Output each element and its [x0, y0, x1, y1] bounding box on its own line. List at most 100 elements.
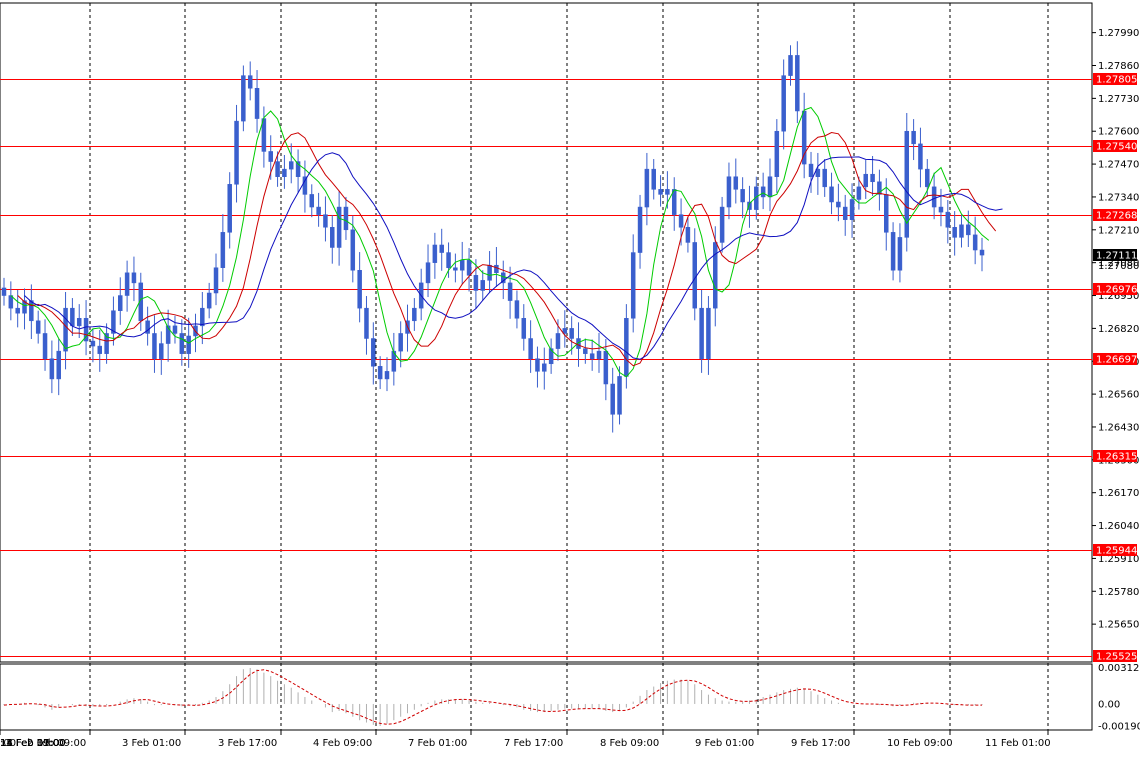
price-axis-label: 1.27470	[1098, 160, 1139, 171]
time-axis-label: 8 Feb 09:00	[600, 738, 659, 749]
candle-body	[234, 120, 239, 185]
price-axis-label: 1.27990	[1098, 28, 1139, 39]
candle-body	[665, 189, 670, 195]
candle-body	[118, 295, 123, 311]
candle-body	[213, 267, 219, 294]
candle-body	[911, 130, 916, 145]
candle-body	[972, 234, 978, 251]
candle-body	[767, 176, 773, 198]
candle-body	[29, 300, 34, 322]
candle-body	[952, 227, 957, 238]
candle-body	[200, 307, 205, 327]
candle-body	[439, 244, 444, 253]
candle-body	[713, 242, 718, 309]
candle-body	[459, 259, 465, 271]
candle-body	[131, 272, 137, 284]
oscillator-axis-label: 0.00	[1098, 699, 1120, 710]
candle-body	[685, 227, 691, 243]
price-axis-label: 1.27600	[1098, 127, 1139, 138]
candle-body	[596, 350, 602, 359]
candle-body	[842, 206, 848, 220]
time-axis-label: 3 Feb 17:00	[218, 738, 277, 749]
candle-body	[884, 194, 889, 233]
candle-body	[918, 143, 923, 170]
candle-body	[692, 242, 698, 309]
candle-body	[15, 307, 20, 314]
candle-body	[829, 186, 834, 203]
candle-body	[617, 376, 622, 415]
candle-body	[494, 264, 499, 274]
main-plot-frame	[0, 2, 1093, 663]
level-label-text: 1.26697	[1096, 355, 1137, 366]
candle-body	[63, 307, 68, 352]
level-label-text: 1.25944	[1096, 546, 1137, 557]
candle-body	[658, 189, 663, 195]
candle-body	[268, 151, 273, 162]
candle-body	[473, 275, 479, 291]
candle-body	[589, 353, 595, 359]
candle-body	[733, 176, 739, 190]
candle-body	[42, 333, 48, 359]
candle-body	[849, 199, 855, 220]
candle-body	[330, 227, 335, 248]
candle-body	[76, 318, 82, 327]
candle-body	[480, 280, 485, 291]
time-axis-label: 4 Feb 09:00	[313, 738, 372, 749]
candle-body	[432, 244, 438, 263]
chart-svg: 1.27990 1.27860 1.27730 1.27600 1.27470 1.273…	[0, 0, 1140, 757]
time-axis-label: 9 Feb 01:00	[695, 738, 754, 749]
current-price-text: 1.27111	[1096, 251, 1137, 262]
time-axis-label: 11 Feb 01:00	[985, 738, 1051, 749]
candle-body	[979, 249, 985, 256]
candle-body	[624, 318, 629, 377]
candle-body	[172, 325, 178, 334]
candle-body	[179, 333, 185, 354]
time-axis-label: 3 Feb 01:00	[122, 738, 181, 749]
candle-body	[186, 335, 191, 354]
candle-body	[90, 340, 96, 347]
price-axis-label-partial: 1.27080	[1098, 261, 1139, 272]
candle-body	[630, 252, 636, 319]
candle-body	[487, 264, 492, 281]
candle-body	[678, 214, 684, 228]
candle-body	[610, 383, 615, 415]
candle-body	[651, 168, 656, 190]
candle-body	[603, 350, 609, 385]
level-label-text: 1.27540	[1096, 142, 1137, 153]
candle-body	[446, 252, 451, 268]
candle-body	[377, 366, 383, 380]
candle-body	[822, 168, 827, 188]
candle-body	[740, 189, 745, 203]
candle-body	[357, 270, 362, 309]
oscillator-axis-label: 0.003125	[1098, 663, 1140, 674]
candle-body	[302, 176, 308, 195]
candle-body	[453, 267, 458, 271]
candle-body	[35, 320, 41, 334]
candle-body	[719, 206, 725, 243]
candle-body	[801, 110, 807, 165]
candle-body	[774, 130, 780, 177]
time-axis-label: 15 Feb 17:00	[0, 738, 66, 749]
candle-body	[247, 75, 253, 89]
price-axis-label: 1.26430	[1098, 422, 1139, 433]
candle-body	[364, 307, 369, 339]
level-label-text: 1.25525	[1096, 652, 1137, 663]
candle-body	[925, 168, 930, 188]
candle-body	[384, 371, 390, 380]
price-axis-label: 1.27210	[1098, 225, 1139, 236]
level-label-text: 1.26315	[1096, 452, 1137, 463]
candle-body	[316, 206, 321, 215]
candle-body	[637, 206, 643, 253]
candle-body	[350, 229, 356, 271]
current-price-marker: 1.271111.27080	[1093, 249, 1139, 272]
candle-body	[336, 206, 342, 248]
candle-body	[412, 307, 417, 322]
candle-body	[897, 237, 903, 271]
candle-body	[542, 363, 547, 372]
forex-chart[interactable]: 1.27990 1.27860 1.27730 1.27600 1.27470 1.273…	[0, 0, 1140, 757]
candle-body	[938, 206, 944, 213]
price-axis-label: 1.26040	[1098, 521, 1139, 532]
candle-body	[781, 75, 786, 132]
candle-body	[863, 173, 868, 188]
candle-body	[254, 88, 260, 119]
